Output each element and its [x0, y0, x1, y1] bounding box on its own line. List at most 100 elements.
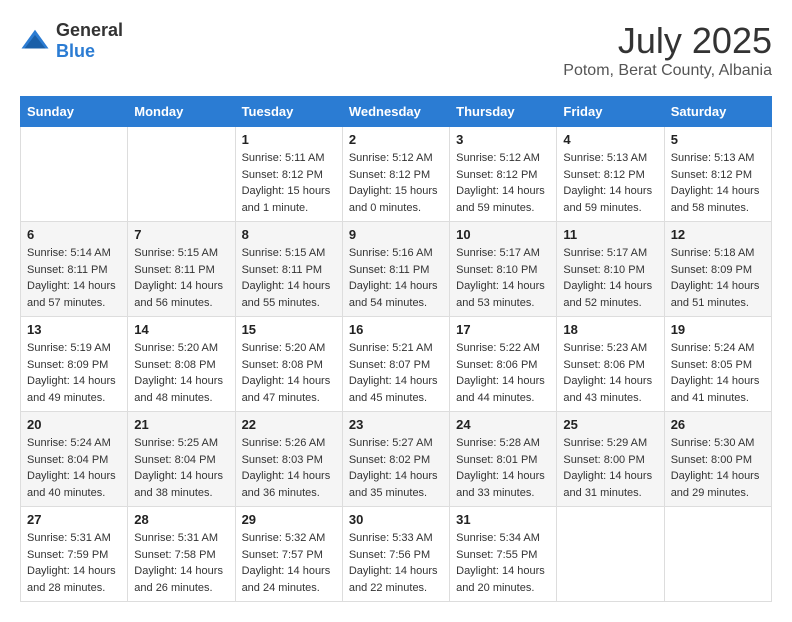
day-number: 31: [456, 512, 550, 527]
day-number: 29: [242, 512, 336, 527]
day-info: Sunrise: 5:20 AMSunset: 8:08 PMDaylight:…: [134, 340, 228, 406]
calendar-cell: 16 Sunrise: 5:21 AMSunset: 8:07 PMDaylig…: [342, 317, 449, 412]
header-wednesday: Wednesday: [342, 97, 449, 127]
day-info: Sunrise: 5:25 AMSunset: 8:04 PMDaylight:…: [134, 435, 228, 501]
day-number: 26: [671, 417, 765, 432]
day-number: 5: [671, 132, 765, 147]
calendar-cell: 10 Sunrise: 5:17 AMSunset: 8:10 PMDaylig…: [450, 222, 557, 317]
day-number: 16: [349, 322, 443, 337]
calendar-cell: 3 Sunrise: 5:12 AMSunset: 8:12 PMDayligh…: [450, 127, 557, 222]
day-number: 21: [134, 417, 228, 432]
month-year: July 2025: [563, 20, 772, 62]
calendar-cell: 4 Sunrise: 5:13 AMSunset: 8:12 PMDayligh…: [557, 127, 664, 222]
logo: General Blue: [20, 20, 123, 62]
day-info: Sunrise: 5:19 AMSunset: 8:09 PMDaylight:…: [27, 340, 121, 406]
header-friday: Friday: [557, 97, 664, 127]
day-number: 8: [242, 227, 336, 242]
day-info: Sunrise: 5:27 AMSunset: 8:02 PMDaylight:…: [349, 435, 443, 501]
day-info: Sunrise: 5:26 AMSunset: 8:03 PMDaylight:…: [242, 435, 336, 501]
day-number: 14: [134, 322, 228, 337]
day-info: Sunrise: 5:13 AMSunset: 8:12 PMDaylight:…: [563, 150, 657, 216]
calendar-cell: [128, 127, 235, 222]
header-saturday: Saturday: [664, 97, 771, 127]
calendar-cell: 18 Sunrise: 5:23 AMSunset: 8:06 PMDaylig…: [557, 317, 664, 412]
day-number: 27: [27, 512, 121, 527]
logo-text: General Blue: [56, 20, 123, 62]
calendar-week-1: 1 Sunrise: 5:11 AMSunset: 8:12 PMDayligh…: [21, 127, 772, 222]
calendar-cell: 28 Sunrise: 5:31 AMSunset: 7:58 PMDaylig…: [128, 507, 235, 602]
day-number: 25: [563, 417, 657, 432]
calendar-cell: 19 Sunrise: 5:24 AMSunset: 8:05 PMDaylig…: [664, 317, 771, 412]
day-info: Sunrise: 5:15 AMSunset: 8:11 PMDaylight:…: [134, 245, 228, 311]
day-info: Sunrise: 5:11 AMSunset: 8:12 PMDaylight:…: [242, 150, 336, 216]
logo-general: General: [56, 20, 123, 40]
calendar-week-4: 20 Sunrise: 5:24 AMSunset: 8:04 PMDaylig…: [21, 412, 772, 507]
calendar-cell: 11 Sunrise: 5:17 AMSunset: 8:10 PMDaylig…: [557, 222, 664, 317]
logo-icon: [20, 26, 50, 56]
day-number: 17: [456, 322, 550, 337]
header-tuesday: Tuesday: [235, 97, 342, 127]
header-sunday: Sunday: [21, 97, 128, 127]
calendar-week-3: 13 Sunrise: 5:19 AMSunset: 8:09 PMDaylig…: [21, 317, 772, 412]
day-info: Sunrise: 5:31 AMSunset: 7:58 PMDaylight:…: [134, 530, 228, 596]
day-info: Sunrise: 5:14 AMSunset: 8:11 PMDaylight:…: [27, 245, 121, 311]
day-info: Sunrise: 5:28 AMSunset: 8:01 PMDaylight:…: [456, 435, 550, 501]
calendar-cell: 27 Sunrise: 5:31 AMSunset: 7:59 PMDaylig…: [21, 507, 128, 602]
day-info: Sunrise: 5:12 AMSunset: 8:12 PMDaylight:…: [349, 150, 443, 216]
day-number: 15: [242, 322, 336, 337]
day-info: Sunrise: 5:22 AMSunset: 8:06 PMDaylight:…: [456, 340, 550, 406]
day-number: 4: [563, 132, 657, 147]
day-info: Sunrise: 5:21 AMSunset: 8:07 PMDaylight:…: [349, 340, 443, 406]
day-number: 3: [456, 132, 550, 147]
day-number: 28: [134, 512, 228, 527]
calendar-cell: 2 Sunrise: 5:12 AMSunset: 8:12 PMDayligh…: [342, 127, 449, 222]
calendar-cell: 29 Sunrise: 5:32 AMSunset: 7:57 PMDaylig…: [235, 507, 342, 602]
calendar-cell: 31 Sunrise: 5:34 AMSunset: 7:55 PMDaylig…: [450, 507, 557, 602]
day-info: Sunrise: 5:17 AMSunset: 8:10 PMDaylight:…: [563, 245, 657, 311]
day-number: 24: [456, 417, 550, 432]
calendar-cell: 13 Sunrise: 5:19 AMSunset: 8:09 PMDaylig…: [21, 317, 128, 412]
calendar-cell: 9 Sunrise: 5:16 AMSunset: 8:11 PMDayligh…: [342, 222, 449, 317]
day-number: 2: [349, 132, 443, 147]
day-info: Sunrise: 5:16 AMSunset: 8:11 PMDaylight:…: [349, 245, 443, 311]
day-number: 11: [563, 227, 657, 242]
calendar-cell: 17 Sunrise: 5:22 AMSunset: 8:06 PMDaylig…: [450, 317, 557, 412]
day-info: Sunrise: 5:18 AMSunset: 8:09 PMDaylight:…: [671, 245, 765, 311]
day-number: 9: [349, 227, 443, 242]
calendar-cell: [21, 127, 128, 222]
day-number: 23: [349, 417, 443, 432]
location: Potom, Berat County, Albania: [563, 62, 772, 80]
calendar-cell: 25 Sunrise: 5:29 AMSunset: 8:00 PMDaylig…: [557, 412, 664, 507]
header-thursday: Thursday: [450, 97, 557, 127]
calendar-cell: 20 Sunrise: 5:24 AMSunset: 8:04 PMDaylig…: [21, 412, 128, 507]
calendar-cell: 22 Sunrise: 5:26 AMSunset: 8:03 PMDaylig…: [235, 412, 342, 507]
calendar-week-5: 27 Sunrise: 5:31 AMSunset: 7:59 PMDaylig…: [21, 507, 772, 602]
day-info: Sunrise: 5:20 AMSunset: 8:08 PMDaylight:…: [242, 340, 336, 406]
day-number: 20: [27, 417, 121, 432]
day-info: Sunrise: 5:17 AMSunset: 8:10 PMDaylight:…: [456, 245, 550, 311]
calendar-cell: [664, 507, 771, 602]
day-info: Sunrise: 5:24 AMSunset: 8:04 PMDaylight:…: [27, 435, 121, 501]
day-number: 7: [134, 227, 228, 242]
title-block: July 2025 Potom, Berat County, Albania: [563, 20, 772, 80]
calendar-cell: 12 Sunrise: 5:18 AMSunset: 8:09 PMDaylig…: [664, 222, 771, 317]
logo-blue: Blue: [56, 41, 95, 61]
calendar-week-2: 6 Sunrise: 5:14 AMSunset: 8:11 PMDayligh…: [21, 222, 772, 317]
calendar-cell: 8 Sunrise: 5:15 AMSunset: 8:11 PMDayligh…: [235, 222, 342, 317]
day-number: 30: [349, 512, 443, 527]
calendar-cell: 30 Sunrise: 5:33 AMSunset: 7:56 PMDaylig…: [342, 507, 449, 602]
day-info: Sunrise: 5:31 AMSunset: 7:59 PMDaylight:…: [27, 530, 121, 596]
calendar-cell: 14 Sunrise: 5:20 AMSunset: 8:08 PMDaylig…: [128, 317, 235, 412]
day-number: 1: [242, 132, 336, 147]
day-number: 18: [563, 322, 657, 337]
day-number: 13: [27, 322, 121, 337]
day-info: Sunrise: 5:15 AMSunset: 8:11 PMDaylight:…: [242, 245, 336, 311]
day-info: Sunrise: 5:23 AMSunset: 8:06 PMDaylight:…: [563, 340, 657, 406]
day-info: Sunrise: 5:33 AMSunset: 7:56 PMDaylight:…: [349, 530, 443, 596]
calendar-cell: 1 Sunrise: 5:11 AMSunset: 8:12 PMDayligh…: [235, 127, 342, 222]
calendar-cell: 21 Sunrise: 5:25 AMSunset: 8:04 PMDaylig…: [128, 412, 235, 507]
calendar-cell: 26 Sunrise: 5:30 AMSunset: 8:00 PMDaylig…: [664, 412, 771, 507]
calendar-header-row: Sunday Monday Tuesday Wednesday Thursday…: [21, 97, 772, 127]
calendar-cell: 6 Sunrise: 5:14 AMSunset: 8:11 PMDayligh…: [21, 222, 128, 317]
day-info: Sunrise: 5:30 AMSunset: 8:00 PMDaylight:…: [671, 435, 765, 501]
